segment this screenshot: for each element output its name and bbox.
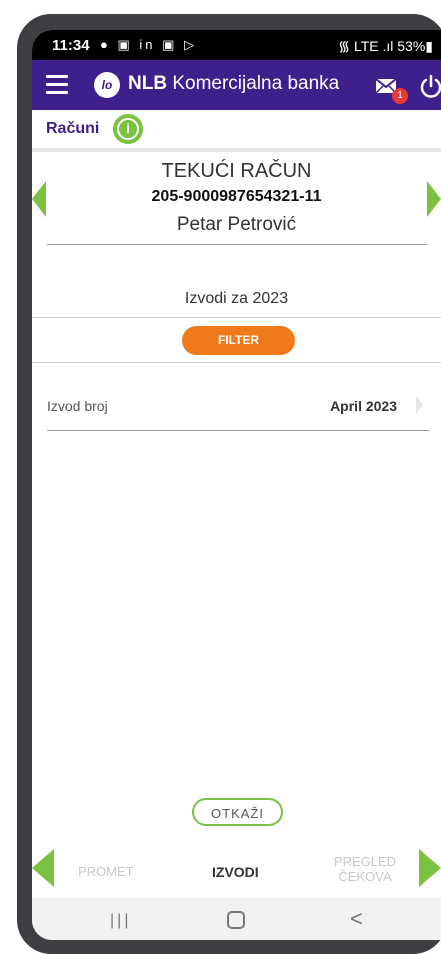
account-divider bbox=[47, 244, 427, 245]
account-type: TEKUĆI RAČUN bbox=[161, 160, 312, 182]
info-icon[interactable]: i bbox=[113, 114, 143, 144]
brand-title-bold: NLB bbox=[128, 73, 168, 94]
status-bar: 11:34 ● ▣ in ▣ ▷ ᯾ LTE .ıl 53%▮ bbox=[32, 30, 441, 60]
tab-promet[interactable]: PROMET bbox=[78, 864, 134, 879]
tab-izvodi[interactable]: IZVODI bbox=[212, 864, 259, 880]
cancel-button[interactable]: OTKAŽI bbox=[192, 798, 283, 826]
app-bar: lo NLB Komercijalna banka 1 bbox=[32, 60, 441, 110]
recents-icon[interactable]: ||| bbox=[110, 912, 131, 930]
account-number: 205-9000987654321-11 bbox=[151, 188, 322, 205]
section-header: Računi i bbox=[32, 110, 441, 152]
bottom-tab-bar: PROMET IZVODI PREGLED ČEKOVA bbox=[32, 844, 441, 898]
back-icon[interactable]: < bbox=[350, 906, 363, 932]
tab-pregled-cekova[interactable]: PREGLED ČEKOVA bbox=[330, 854, 400, 884]
chevron-right-icon bbox=[416, 396, 423, 414]
mail-badge: 1 bbox=[392, 88, 408, 104]
power-icon[interactable] bbox=[420, 74, 441, 98]
phone-screen: 11:34 ● ▣ in ▣ ▷ ᯾ LTE .ıl 53%▮ lo NLB K… bbox=[32, 30, 441, 940]
section-title: Računi bbox=[46, 120, 100, 137]
tab-prev-arrow-icon[interactable] bbox=[32, 849, 54, 887]
info-glyph: i bbox=[117, 118, 139, 140]
statement-value: April 2023 bbox=[330, 398, 397, 414]
menu-icon[interactable] bbox=[46, 75, 68, 95]
account-holder: Petar Petrović bbox=[176, 214, 297, 235]
divider bbox=[32, 362, 441, 363]
tab-pregled-line2: ČEKOVA bbox=[338, 869, 392, 884]
filter-button[interactable]: FILTER bbox=[182, 326, 295, 355]
account-card: TEKUĆI RAČUN 205-9000987654321-11 Petar … bbox=[32, 152, 441, 274]
statement-row[interactable]: Izvod broj April 2023 bbox=[47, 392, 429, 431]
tab-pregled-line1: PREGLED bbox=[333, 854, 397, 869]
statements-year-title: Izvodi za 2023 bbox=[184, 290, 289, 307]
status-time: 11:34 bbox=[52, 37, 90, 54]
brand-title-rest: Komercijalna banka bbox=[167, 73, 340, 94]
next-account-arrow-icon[interactable] bbox=[427, 181, 441, 217]
home-icon[interactable] bbox=[227, 911, 245, 929]
divider bbox=[32, 317, 441, 318]
brand-title: NLB Komercijalna banka bbox=[128, 73, 339, 95]
tab-next-arrow-icon[interactable] bbox=[419, 849, 441, 887]
notification-icons: ● ▣ in ▣ ▷ bbox=[100, 37, 197, 52]
nlb-logo-icon: lo bbox=[94, 72, 120, 98]
statement-label: Izvod broj bbox=[47, 398, 108, 414]
system-navigation-bar: ||| < bbox=[32, 898, 441, 940]
status-right-icons: ᯾ LTE .ıl 53%▮ bbox=[338, 38, 433, 54]
